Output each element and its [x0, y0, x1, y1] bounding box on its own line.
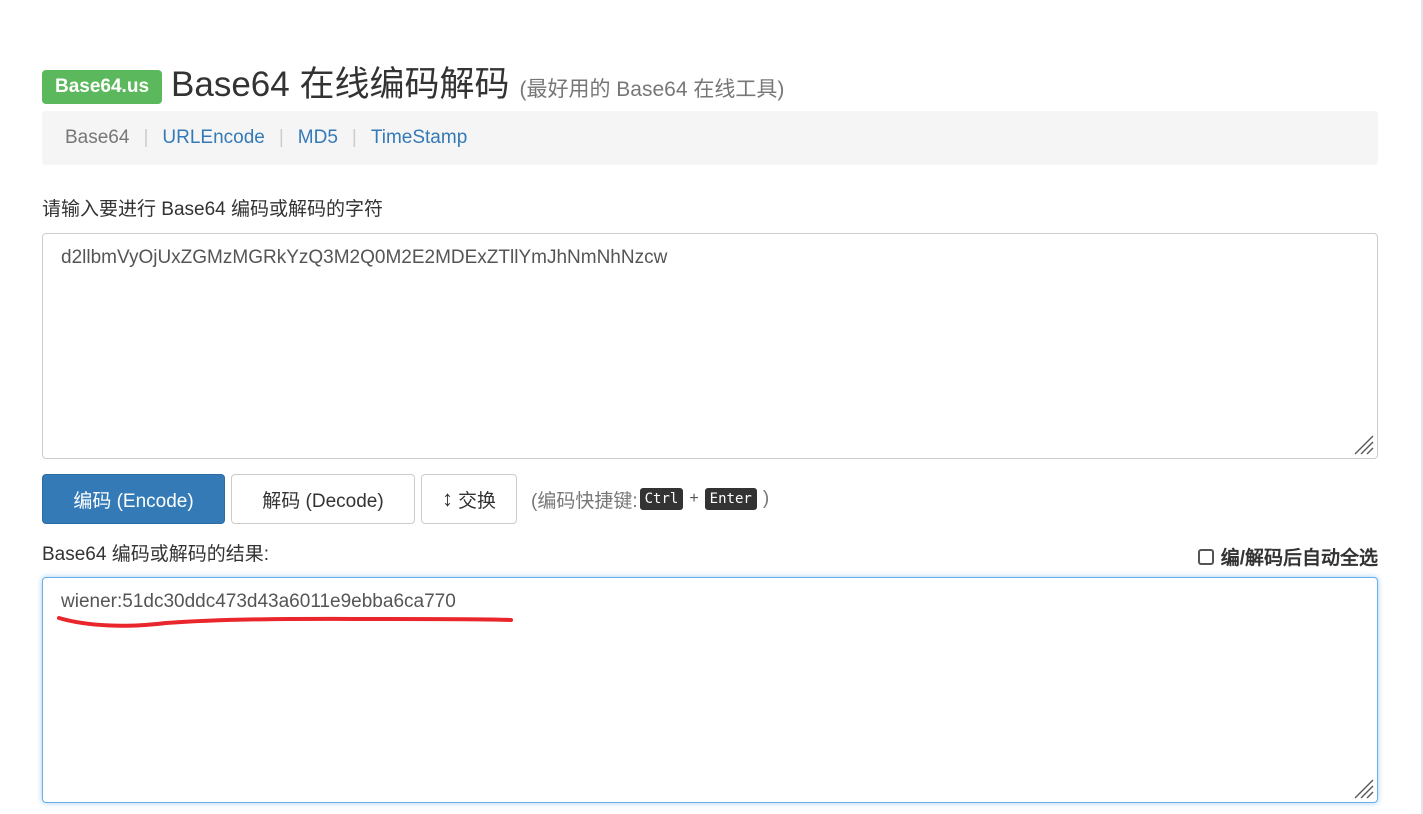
- auto-select-checkbox[interactable]: [1197, 548, 1214, 565]
- auto-select-toggle[interactable]: 编/解码后自动全选: [1197, 543, 1378, 570]
- action-bar: 编码 (Encode) 解码 (Decode) ↕ 交换 (编码快捷键: Ctr…: [42, 474, 769, 524]
- page-header: Base64.us Base64 在线编码解码 (最好用的 Base64 在线工…: [42, 56, 784, 108]
- up-down-arrow-icon: ↕: [441, 486, 453, 511]
- shortcut-suffix: ): [762, 488, 770, 509]
- nav-item-timestamp[interactable]: TimeStamp: [371, 127, 467, 149]
- tool-nav: Base64 | URLEncode | MD5 | TimeStamp: [42, 111, 1378, 165]
- result-label: Base64 编码或解码的结果:: [42, 544, 269, 565]
- nav-separator: |: [351, 127, 357, 148]
- output-textarea[interactable]: wiener:51dc30ddc473d43a6011e9ebba6ca770: [42, 577, 1378, 803]
- nav-item-md5[interactable]: MD5: [298, 127, 338, 149]
- kbd-enter: Enter: [704, 488, 757, 510]
- page-title: Base64 在线编码解码: [171, 65, 510, 104]
- resize-handle-icon[interactable]: [1352, 777, 1374, 799]
- input-textarea[interactable]: d2llbmVyOjUxZGMzMGRkYzQ3M2Q0M2E2MDExZTll…: [42, 233, 1378, 459]
- encode-button[interactable]: 编码 (Encode): [42, 474, 225, 524]
- decode-button[interactable]: 解码 (Decode): [231, 474, 415, 524]
- output-text: wiener:51dc30ddc473d43a6011e9ebba6ca770: [61, 591, 456, 612]
- auto-select-label: 编/解码后自动全选: [1220, 548, 1378, 569]
- kbd-ctrl: Ctrl: [639, 488, 684, 510]
- swap-label: 交换: [457, 490, 496, 512]
- swap-button[interactable]: ↕ 交换: [421, 474, 517, 524]
- page-subtitle: (最好用的 Base64 在线工具): [519, 78, 785, 101]
- shortcut-prefix: (编码快捷键:: [531, 490, 638, 512]
- resize-handle-icon[interactable]: [1352, 433, 1374, 455]
- kbd-plus: +: [689, 490, 699, 507]
- nav-separator: |: [143, 127, 149, 148]
- nav-item-base64: Base64: [65, 127, 130, 148]
- input-text: d2llbmVyOjUxZGMzMGRkYzQ3M2Q0M2E2MDExZTll…: [61, 247, 668, 268]
- page: Base64.us Base64 在线编码解码 (最好用的 Base64 在线工…: [0, 0, 1423, 814]
- input-label: 请输入要进行 Base64 编码或解码的字符: [42, 199, 383, 220]
- nav-separator: |: [278, 127, 284, 148]
- shortcut-hint: (编码快捷键: Ctrl + Enter ): [531, 486, 769, 513]
- nav-item-urlencode[interactable]: URLEncode: [162, 127, 264, 149]
- brand-badge[interactable]: Base64.us: [42, 70, 163, 104]
